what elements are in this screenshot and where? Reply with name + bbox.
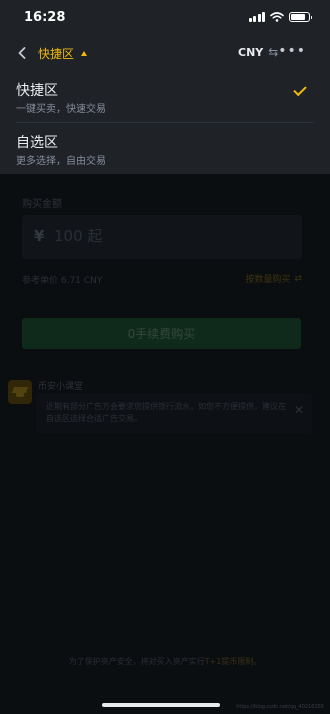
check-icon — [293, 82, 307, 97]
footer-note: 为了保护资产安全，将对买入资产实行T+1提币限制。 — [0, 656, 330, 667]
dropdown-item-title: 快捷区 — [16, 83, 58, 99]
notice-box: 近期有部分广告方会要求您提供银行流水，如您不方便提供，建议在自选区选择合适广告交… — [36, 393, 312, 433]
footer-note-highlight[interactable]: T+1提币限制 — [205, 657, 254, 666]
buy-by-quantity-label: 按数量购买 — [245, 275, 291, 285]
status-time: 16:28 — [24, 10, 66, 25]
close-icon[interactable]: ✕ — [294, 403, 304, 417]
currency-label: CNY — [238, 45, 264, 59]
caret-up-icon — [81, 51, 88, 56]
chevron-left-icon — [18, 47, 26, 59]
watermark: https://blog.csdn.net/qq_40216265 — [236, 704, 324, 710]
notice-text: 近期有部分广告方会要求您提供银行流水，如您不方便提供，建议在自选区选择合适广告交… — [46, 402, 286, 423]
dropdown-item-title: 自选区 — [16, 135, 58, 151]
amount-input-box[interactable]: ¥ — [22, 215, 302, 259]
graduation-cap-icon — [11, 385, 29, 399]
buy-by-quantity-link[interactable]: 按数量购买 ⇄ — [245, 272, 302, 286]
zone-dropdown: 快捷区 一键买卖，快速交易 自选区 更多选择，自由交易 — [0, 70, 330, 174]
buy-amount-label: 购买金额 — [22, 199, 62, 210]
more-button[interactable]: ••• — [278, 43, 306, 59]
battery-icon — [289, 12, 312, 22]
footer-note-suffix: 。 — [253, 657, 262, 666]
dropdown-item-description: 更多选择，自由交易 — [16, 156, 106, 167]
wifi-icon — [270, 12, 284, 22]
zone-selector[interactable]: 快捷区 — [38, 45, 88, 62]
home-indicator[interactable] — [102, 703, 220, 707]
amount-input[interactable] — [54, 227, 254, 245]
more-dots-icon: ••• — [278, 43, 306, 59]
dropdown-item-description: 一键买卖，快速交易 — [16, 104, 106, 115]
signal-icon — [248, 12, 265, 22]
currency-symbol: ¥ — [34, 227, 45, 245]
swap-icon: ⇄ — [294, 273, 302, 284]
swap-arrows-icon: ⇆ — [268, 45, 279, 59]
footer-note-prefix: 为了保护资产安全，将对买入资产实行 — [68, 657, 205, 666]
class-badge — [8, 380, 32, 404]
currency-toggle[interactable]: CNY ⇆ — [238, 45, 278, 59]
dropdown-item-quick-zone[interactable]: 快捷区 一键买卖，快速交易 — [0, 70, 330, 122]
nav-bar: 快捷区 CNY ⇆ ••• — [0, 36, 330, 70]
nav-title: 快捷区 — [38, 47, 75, 61]
class-title: 币安小课堂 — [38, 382, 84, 392]
status-icons — [248, 12, 312, 22]
dropdown-item-custom-zone[interactable]: 自选区 更多选择，自由交易 — [0, 122, 330, 174]
back-button[interactable] — [12, 42, 32, 64]
screen: 购买金额 ¥ 参考单价 6.71 CNY 按数量购买 ⇄ 0手续费购买 币安小课… — [0, 0, 330, 714]
reference-price: 参考单价 6.71 CNY — [22, 276, 103, 286]
status-bar: 16:28 — [0, 0, 330, 36]
zero-fee-buy-button[interactable]: 0手续费购买 — [22, 318, 301, 349]
